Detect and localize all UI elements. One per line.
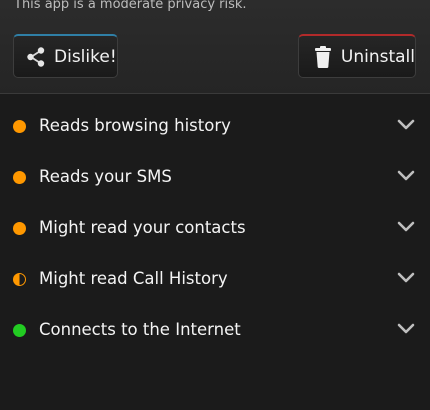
orange-dot-icon (13, 222, 26, 235)
permission-row-sms[interactable]: Reads your SMS (0, 152, 430, 203)
dislike-button[interactable]: Dislike! (13, 34, 118, 78)
permission-label: Reads your SMS (39, 167, 172, 186)
chevron-down-icon (397, 323, 415, 334)
permission-label: Connects to the Internet (39, 320, 241, 339)
permission-row-call-history[interactable]: Might read Call History (0, 254, 430, 305)
permission-label: Reads browsing history (39, 116, 231, 135)
chevron-down-icon (397, 119, 415, 130)
permission-row-internet[interactable]: Connects to the Internet (0, 305, 430, 356)
green-dot-icon (13, 324, 26, 337)
dislike-button-label: Dislike! (54, 46, 117, 67)
app-screen: This app is a moderate privacy risk. Dis… (0, 0, 430, 410)
permission-row-contacts[interactable]: Might read your contacts (0, 203, 430, 254)
permission-row-browsing-history[interactable]: Reads browsing history (0, 101, 430, 152)
permission-list: Reads browsing history Reads your SMS Mi… (0, 101, 430, 356)
permission-label: Might read your contacts (39, 218, 246, 237)
risk-summary-text: This app is a moderate privacy risk. (14, 0, 247, 12)
permission-label: Might read Call History (39, 269, 228, 288)
orange-dot-icon (13, 171, 26, 184)
share-icon (24, 45, 48, 69)
orange-dot-icon (13, 120, 26, 133)
chevron-down-icon (397, 272, 415, 283)
chevron-down-icon (397, 221, 415, 232)
chevron-down-icon (397, 170, 415, 181)
uninstall-button[interactable]: Uninstall (298, 34, 416, 78)
uninstall-button-label: Uninstall (340, 46, 415, 67)
trash-icon (311, 45, 335, 69)
risk-header: This app is a moderate privacy risk. Dis… (0, 0, 430, 94)
half-orange-dot-icon (13, 273, 26, 286)
